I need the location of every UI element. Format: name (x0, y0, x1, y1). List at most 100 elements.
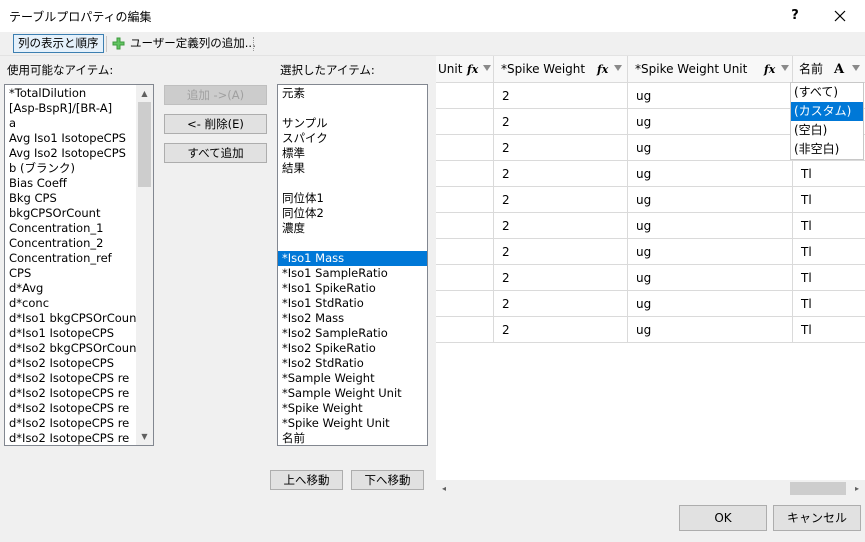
selected-items-list[interactable]: 元素 サンプル スパイク 標準 結果 同位体1 同位体2 濃度 *Iso1 Mass *Iso1 … (277, 84, 428, 446)
fx-icon[interactable]: fx (467, 56, 478, 83)
spike-weight-unit-cell[interactable]: ug (628, 109, 793, 135)
scroll-thumb[interactable] (790, 482, 846, 495)
available-list-item[interactable]: d*Iso2 IsotopeCPS re (5, 416, 138, 431)
selected-list-item[interactable]: *Sample Weight (278, 371, 427, 386)
name-cell[interactable]: Tl (793, 213, 865, 239)
name-cell[interactable]: Tl (793, 239, 865, 265)
spike-weight-unit-cell[interactable]: ug (628, 317, 793, 343)
filter-option[interactable]: (カスタム) (791, 102, 863, 121)
selected-list-item[interactable]: *Iso2 StdRatio (278, 356, 427, 371)
available-list-item[interactable]: d*Iso1 bkgCPSOrCount (5, 311, 138, 326)
selected-list-item[interactable]: *Iso2 Mass (278, 311, 427, 326)
name-cell[interactable]: Tl (793, 161, 865, 187)
spike-weight-unit-cell[interactable]: ug (628, 161, 793, 187)
spike-weight-unit-cell[interactable]: ug (628, 291, 793, 317)
filter-option[interactable]: (すべて) (791, 83, 863, 102)
unit-cell[interactable] (436, 265, 494, 291)
name-filter-dropdown[interactable]: (すべて) (カスタム) (空白) (非空白) (790, 82, 864, 160)
move-up-button[interactable]: 上へ移動 (270, 470, 343, 490)
selected-list-item[interactable] (278, 176, 427, 191)
scroll-left-icon[interactable]: ◂ (442, 480, 454, 497)
move-down-button[interactable]: 下へ移動 (351, 470, 424, 490)
available-list-item[interactable]: d*Iso2 IsotopeCPS re (5, 401, 138, 416)
selected-list-item[interactable]: 同位体2 (278, 206, 427, 221)
table-row[interactable]: 2 ug (436, 161, 793, 187)
selected-list-item[interactable]: *Iso1 SpikeRatio (278, 281, 427, 296)
spike-weight-cell[interactable]: 2 (494, 135, 628, 161)
spike-weight-unit-cell[interactable]: ug (628, 239, 793, 265)
available-list-item[interactable]: d*Iso2 bkgCPSOrCount (5, 341, 138, 356)
spike-weight-cell[interactable]: 2 (494, 265, 628, 291)
unit-cell[interactable] (436, 135, 494, 161)
available-list-item[interactable]: CPS (5, 266, 138, 281)
selected-list-item[interactable]: *Iso2 SampleRatio (278, 326, 427, 341)
scroll-down-icon[interactable]: ▼ (136, 428, 153, 445)
selected-list-item[interactable]: 元素 (278, 86, 427, 101)
unit-cell[interactable] (436, 161, 494, 187)
grid-horizontal-scrollbar[interactable]: ◂ ▸ (436, 480, 865, 497)
selected-list-item[interactable]: スパイク (278, 131, 427, 146)
name-cell[interactable]: Tl (793, 187, 865, 213)
add-user-column-button[interactable]: ユーザー定義列の追加... (112, 34, 256, 53)
unit-cell[interactable] (436, 239, 494, 265)
unit-cell[interactable] (436, 109, 494, 135)
unit-cell[interactable] (436, 317, 494, 343)
column-header-name[interactable]: 名前 A (793, 56, 865, 83)
available-list-item[interactable]: d*Iso2 IsotopeCPS re (5, 431, 138, 445)
cancel-button[interactable]: キャンセル (773, 505, 861, 531)
available-list-item[interactable]: Concentration_2 (5, 236, 138, 251)
selected-list-item[interactable]: *Sample Weight Unit (278, 386, 427, 401)
unit-cell[interactable] (436, 291, 494, 317)
filter-icon[interactable] (852, 65, 860, 71)
available-list-item[interactable]: d*Iso1 IsotopeCPS (5, 326, 138, 341)
selected-list-item[interactable]: 標準 (278, 146, 427, 161)
selected-list-item[interactable]: *Spike Weight Unit (278, 416, 427, 431)
column-display-order-button[interactable]: 列の表示と順序 (13, 34, 104, 53)
selected-list-item[interactable]: *Iso2 SpikeRatio (278, 341, 427, 356)
available-list-item[interactable]: d*Iso2 IsotopeCPS re (5, 386, 138, 401)
ok-button[interactable]: OK (679, 505, 767, 531)
available-list-item[interactable]: d*Avg (5, 281, 138, 296)
filter-option[interactable]: (空白) (791, 121, 863, 140)
column-header-unit[interactable]: Unit fx (436, 56, 494, 83)
filter-icon[interactable] (614, 65, 622, 71)
table-row[interactable]: 2 ug (436, 187, 793, 213)
spike-weight-cell[interactable]: 2 (494, 291, 628, 317)
available-list-item[interactable]: [Asp-BspR]/[BR-A] (5, 101, 138, 116)
table-row[interactable]: 2 ug (436, 213, 793, 239)
filter-icon[interactable] (483, 65, 491, 71)
available-list-item[interactable]: a (5, 116, 138, 131)
available-list-item[interactable]: bkgCPSOrCount (5, 206, 138, 221)
spike-weight-cell[interactable]: 2 (494, 239, 628, 265)
font-icon[interactable]: A (834, 56, 844, 83)
name-cell[interactable]: Tl (793, 317, 865, 343)
help-button[interactable]: ? (775, 4, 815, 28)
table-row[interactable]: 2 ug (436, 239, 793, 265)
table-row[interactable]: 2 ug (436, 291, 793, 317)
spike-weight-cell[interactable]: 2 (494, 83, 628, 109)
selected-list-item[interactable]: *Spike Weight (278, 401, 427, 416)
spike-weight-cell[interactable]: 2 (494, 317, 628, 343)
unit-cell[interactable] (436, 187, 494, 213)
spike-weight-unit-cell[interactable]: ug (628, 213, 793, 239)
table-row[interactable]: 2 ug (436, 135, 793, 161)
available-list-item[interactable]: d*Iso2 IsotopeCPS (5, 356, 138, 371)
available-list-scrollbar[interactable]: ▲ ▼ (136, 85, 153, 445)
selected-list-item[interactable]: 濃度 (278, 221, 427, 236)
spike-weight-unit-cell[interactable]: ug (628, 187, 793, 213)
available-list-item[interactable]: d*Iso2 IsotopeCPS re (5, 371, 138, 386)
filter-icon[interactable] (781, 65, 789, 71)
name-cell[interactable]: Tl (793, 265, 865, 291)
fx-icon[interactable]: fx (764, 56, 775, 83)
selected-list-item[interactable]: 名前 (278, 431, 427, 445)
table-row[interactable]: 2 ug (436, 317, 793, 343)
available-list-item[interactable]: Bkg CPS (5, 191, 138, 206)
name-cell[interactable]: Tl (793, 291, 865, 317)
column-header-spike-weight-unit[interactable]: *Spike Weight Unit fx (628, 56, 793, 83)
add-all-button[interactable]: すべて追加 (164, 143, 267, 163)
add-button[interactable]: 追加 ->(A) (164, 85, 267, 105)
filter-option[interactable]: (非空白) (791, 140, 863, 159)
unit-cell[interactable] (436, 83, 494, 109)
spike-weight-cell[interactable]: 2 (494, 213, 628, 239)
scroll-thumb[interactable] (138, 102, 151, 187)
